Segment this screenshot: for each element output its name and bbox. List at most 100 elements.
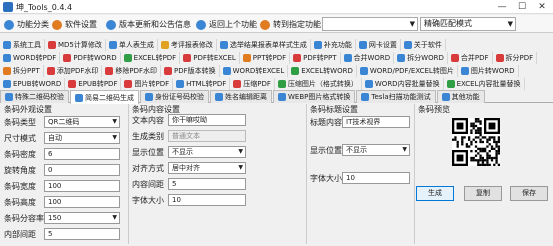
nav-item[interactable]: PDF转PPT [290, 52, 341, 64]
nav-item[interactable]: PPT转PDF [240, 52, 291, 64]
save-button[interactable]: 保存 [510, 186, 548, 201]
nav-item[interactable]: 压缩图片（格式转换） [275, 78, 362, 90]
field-label: 标题内容 [310, 118, 342, 127]
nav-item[interactable]: 拆分WORD [394, 52, 448, 64]
nav-item-label: 补充功能 [323, 41, 352, 49]
nav-item-icon [343, 54, 352, 62]
nav-item[interactable]: 单人表生成 [106, 39, 158, 51]
field-value: 0 [48, 166, 53, 174]
nav-item[interactable]: 系统工具 [0, 39, 45, 51]
field-value: 不显示 [346, 146, 367, 154]
nav-item-icon [3, 54, 11, 62]
field-value: 你干嘛哎呦 [172, 116, 207, 124]
tab-label: 其他功能 [451, 93, 480, 101]
nav-item[interactable]: WORD转PDF [0, 52, 61, 64]
nav-item[interactable]: 合并WORD [341, 52, 395, 64]
field-select[interactable]: 不显示 ▼ [168, 146, 246, 158]
info-icon [106, 19, 116, 30]
nav-item[interactable]: 图片转PDF [121, 78, 174, 90]
field-input[interactable]: 6 [44, 148, 120, 160]
nav-item[interactable]: 网卡设置 [356, 39, 401, 51]
field-select[interactable]: QR二维码 ▼ [44, 116, 120, 128]
nav-item[interactable]: 补充功能 [311, 39, 356, 51]
match-mode-value: 精确匹配模式 [424, 19, 472, 28]
field-label: 字体大小 [310, 174, 342, 183]
field-label: 内部间距 [4, 230, 36, 239]
field-input[interactable]: 100 [44, 196, 120, 208]
match-mode-select[interactable]: 精确匹配模式 ▼ [420, 17, 516, 31]
field-input[interactable]: 0 [44, 164, 120, 176]
field-select[interactable]: 居中对齐 ▼ [168, 162, 246, 174]
nav-item[interactable]: HTML转PDF [173, 78, 231, 90]
tab-icon [145, 93, 153, 101]
nav-item[interactable]: WORD内容批量替换 [362, 78, 444, 90]
nav-item[interactable]: 拆分PDF [493, 52, 538, 64]
chevron-down-icon: ▼ [112, 118, 117, 125]
nav-item-icon [219, 41, 228, 49]
nav-item[interactable]: 图片转WORD [458, 65, 519, 77]
nav-item[interactable]: 考评报表修改 [158, 39, 217, 51]
field-input[interactable]: 10 [168, 194, 246, 206]
nav-item-label: PPT转PDF [252, 54, 287, 62]
nav-item[interactable]: WORD转EXCEL [220, 65, 289, 77]
goto-function-button[interactable]: 转到指定功能 [260, 18, 321, 31]
back-button[interactable]: 返回上个功能 [196, 18, 257, 31]
tab-item[interactable]: 身份证号码校验 [140, 90, 209, 103]
nav-item-icon [164, 67, 172, 75]
field-input[interactable]: 5 [44, 228, 120, 240]
maximize-button[interactable]: ☐ [512, 0, 532, 14]
field-value: 10 [172, 196, 181, 204]
tab-item[interactable]: 简易二维码生成 [70, 90, 139, 104]
field-select[interactable]: 150 ▼ [44, 212, 120, 224]
nav-item-icon [68, 80, 77, 88]
field-label: 条码密度 [4, 150, 36, 159]
field-label: 对齐方式 [132, 164, 164, 173]
nav-item[interactable]: 关于软件 [401, 39, 446, 51]
nav-item-icon [358, 41, 367, 49]
tab-item[interactable]: 姓名编辑距离 [210, 90, 272, 103]
nav-item[interactable]: EPUB转WORD [0, 78, 66, 90]
nav-item[interactable]: EXCEL转WORD [288, 65, 357, 77]
nav-item[interactable]: EPUB转PDF [65, 78, 122, 90]
field-input[interactable]: 你干嘛哎呦 [168, 114, 246, 126]
tab-item[interactable]: 其他功能 [436, 90, 485, 103]
field-input[interactable]: 普通文本 [168, 130, 246, 142]
tab-item[interactable]: WEBP图片格式转换 [273, 90, 356, 103]
field-input[interactable]: IT技术视界 [342, 116, 410, 128]
nav-item[interactable]: EXCEL转PDF [121, 52, 181, 64]
field-input[interactable]: 5 [168, 178, 246, 190]
nav-item-icon [242, 54, 251, 62]
nav-item[interactable]: 压缩PDF [230, 78, 275, 90]
field-input[interactable]: 100 [44, 180, 120, 192]
nav-item[interactable]: MD5计算修改 [45, 39, 106, 51]
function-category-button[interactable]: 功能分类 [4, 18, 49, 31]
nav-item[interactable]: WORD/PDF/EXCEL转图片 [357, 65, 458, 77]
tab-item[interactable]: Tesla扫描功能测试 [356, 90, 436, 103]
nav-item[interactable]: 选举结果报表单样式生成 [217, 39, 311, 51]
nav-item[interactable]: EXCEL内容批量替换 [444, 78, 525, 90]
nav-item[interactable]: 合并PDF [448, 52, 493, 64]
minimize-button[interactable]: — [492, 0, 512, 14]
nav-item[interactable]: PDF版本转换 [161, 65, 220, 77]
tab-item[interactable]: 特殊二维码校验 [0, 90, 69, 103]
feature-tabs: 特殊二维码校验 简易二维码生成 身份证号码校验 姓名编辑距离 WEBP图片格式转换 Tes… [0, 90, 553, 104]
nav-item[interactable]: PDF转EXCEL [180, 52, 240, 64]
field-input[interactable]: 10 [342, 172, 410, 184]
function-search-input[interactable]: ▼ [322, 17, 418, 31]
nav-item[interactable]: 拆分PPT [0, 65, 44, 77]
nav-item[interactable]: 移除PDF水印 [102, 65, 161, 77]
nav-item[interactable]: PDF转WORD [60, 52, 121, 64]
generate-button[interactable]: 生成 [416, 186, 454, 201]
close-button[interactable]: ✕ [532, 0, 552, 14]
gear-icon [4, 19, 14, 30]
update-info-button[interactable]: 版本更新和公告信息 [106, 18, 191, 31]
nav-item-label: WORD/PDF/EXCEL转图片 [369, 67, 454, 75]
nav-row-2: WORD转PDF PDF转WORD EXCEL转PDF PDF转EXCEL PPT转PD… [0, 52, 553, 64]
nav-item[interactable]: 添加PDF水印 [44, 65, 103, 77]
copy-button[interactable]: 复制 [464, 186, 502, 201]
software-settings-button[interactable]: 软件设置 [52, 18, 97, 31]
nav-item-label: WORD内容批量替换 [374, 80, 440, 88]
nav-item-icon [3, 67, 11, 75]
field-select[interactable]: 自动 ▼ [44, 132, 120, 144]
field-select[interactable]: 不显示 ▼ [342, 144, 410, 156]
